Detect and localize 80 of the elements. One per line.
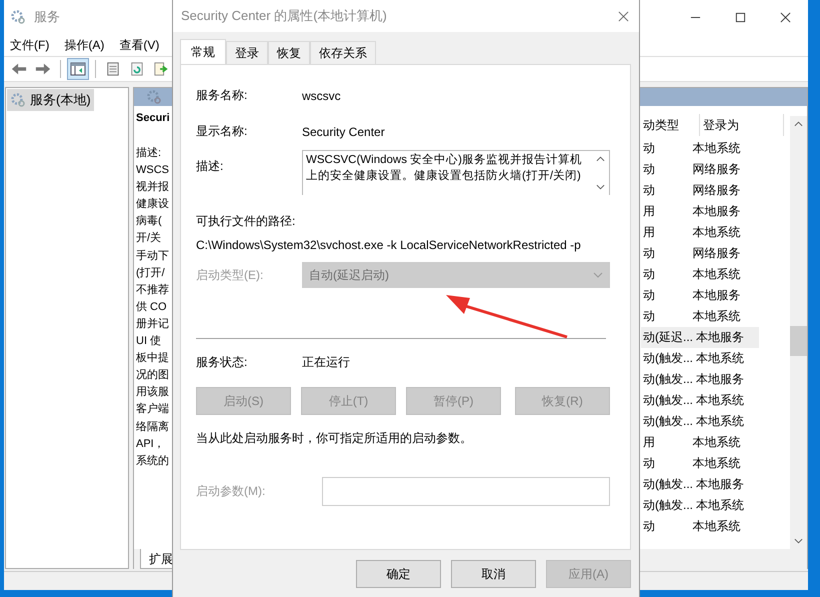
tab[interactable]: 常规 <box>180 39 226 64</box>
service-title: Securi <box>136 112 170 124</box>
description-text: API， <box>136 436 165 452</box>
description-text: 况的图 <box>136 368 169 384</box>
service-row[interactable]: 动 本地系统 <box>641 453 759 474</box>
description-text: WSCS <box>136 163 169 178</box>
maximize-icon[interactable] <box>735 12 746 22</box>
service-row[interactable]: 动 本地系统 <box>641 306 759 327</box>
chevron-down-icon[interactable] <box>596 184 605 190</box>
service-row[interactable]: 动(触发... 本地服务 <box>641 369 759 390</box>
tab[interactable]: 登录 <box>226 41 268 64</box>
field-label: 服务名称: <box>196 87 248 104</box>
service-row[interactable]: 动 网络服务 <box>641 180 759 201</box>
pane-toggle-icon[interactable] <box>67 58 89 80</box>
service-row[interactable]: 用 本地系统 <box>641 432 759 453</box>
dialog-button[interactable]: 确定 <box>356 560 441 588</box>
service-row[interactable]: 动 网络服务 <box>641 159 759 180</box>
service-row[interactable]: 动 本地服务 <box>641 285 759 306</box>
close-icon[interactable] <box>780 12 791 22</box>
tab[interactable]: 依存关系 <box>310 41 376 64</box>
description-text: 册并记 <box>136 316 169 332</box>
gear-icon <box>10 92 26 108</box>
menu-item[interactable]: 操作(A) <box>64 36 104 54</box>
service-row[interactable]: 动(触发... 本地服务 <box>641 474 759 495</box>
description-text: 系统的 <box>136 454 169 469</box>
display-name-value: Security Center <box>302 124 385 138</box>
description-text: 健康设 <box>136 196 169 212</box>
description-text: 开/关 <box>136 230 162 246</box>
service-row[interactable]: 用 本地服务 <box>641 201 759 222</box>
dialog-button[interactable]: 取消 <box>451 560 536 588</box>
tab[interactable]: 恢复 <box>268 41 310 64</box>
window-title: 服务 <box>34 8 60 26</box>
column-header[interactable]: 动类型 <box>641 114 700 136</box>
path-value: C:\Windows\System32\svchost.exe -k LocalServiceNetworkRestricted -p <box>196 238 582 252</box>
description-text: (打开/ <box>136 266 165 281</box>
status-value: 正在运行 <box>302 354 350 371</box>
field-label: 显示名称: <box>196 123 248 140</box>
hint-text: 当从此处启动服务时，你可指定所适用的启动参数。 <box>196 430 473 447</box>
service-row[interactable]: 动(触发... 本地系统 <box>641 390 759 411</box>
close-icon[interactable] <box>618 10 629 22</box>
description-text: 不推荐 <box>136 282 169 298</box>
service-row[interactable]: 动(触发... 本地系统 <box>641 411 759 432</box>
service-row[interactable]: 动(延迟... 本地服务 <box>641 327 759 348</box>
description-text: 供 CO <box>136 300 167 315</box>
column-header[interactable]: 登录为 <box>700 114 784 136</box>
field-label: 描述: <box>196 158 224 175</box>
description-text: UI 使 <box>136 334 162 350</box>
chevron-up-icon[interactable] <box>794 121 803 127</box>
description-text: 客户端 <box>136 402 169 418</box>
service-row[interactable]: 动 本地系统 <box>641 516 759 537</box>
description-text: 板中提 <box>136 351 169 366</box>
service-row[interactable]: 动 本地系统 <box>641 264 759 285</box>
service-row[interactable]: 用 本地系统 <box>641 222 759 243</box>
field-label: 启动参数(M): <box>196 483 266 500</box>
description-text: 手动下 <box>136 248 169 264</box>
description-field[interactable]: WSCSVC(Windows 安全中心)服务监视并报告计算机 上的安全健康设置。健康设置包括防火墙(打开/关闭) <box>302 150 610 195</box>
menu-item[interactable]: 文件(F) <box>10 36 50 54</box>
scrollbar[interactable] <box>790 116 807 549</box>
menu-item[interactable]: 查看(V) <box>119 36 160 54</box>
description-text: 用该服 <box>136 384 169 400</box>
service-row[interactable]: 动(触发... 本地系统 <box>641 348 759 369</box>
gear-icon <box>10 9 26 25</box>
field-label: 服务状态: <box>196 354 248 371</box>
chevron-down-icon <box>593 272 603 278</box>
field-label: 可执行文件的路径: <box>196 213 296 230</box>
description-text: 络隔离 <box>136 420 169 434</box>
description-text: 描述: <box>136 146 162 161</box>
chevron-down-icon[interactable] <box>794 538 803 544</box>
service-row[interactable]: 动 网络服务 <box>641 243 759 264</box>
description-text: 视并报 <box>136 180 169 196</box>
service-name-value: wscsvc <box>302 88 341 102</box>
field-label: 启动类型(E): <box>196 266 264 284</box>
chevron-up-icon[interactable] <box>596 156 605 162</box>
service-row[interactable]: 动 本地系统 <box>641 138 759 159</box>
dialog-title: Security Center 的属性(本地计算机) <box>181 7 388 25</box>
gear-icon <box>146 89 162 105</box>
service-row[interactable]: 动(触发... 本地系统 <box>641 495 759 516</box>
tree-item[interactable]: 服务(本地) <box>7 89 94 111</box>
scrollbar-thumb[interactable] <box>790 326 807 356</box>
description-text: 病毒( <box>136 214 162 230</box>
